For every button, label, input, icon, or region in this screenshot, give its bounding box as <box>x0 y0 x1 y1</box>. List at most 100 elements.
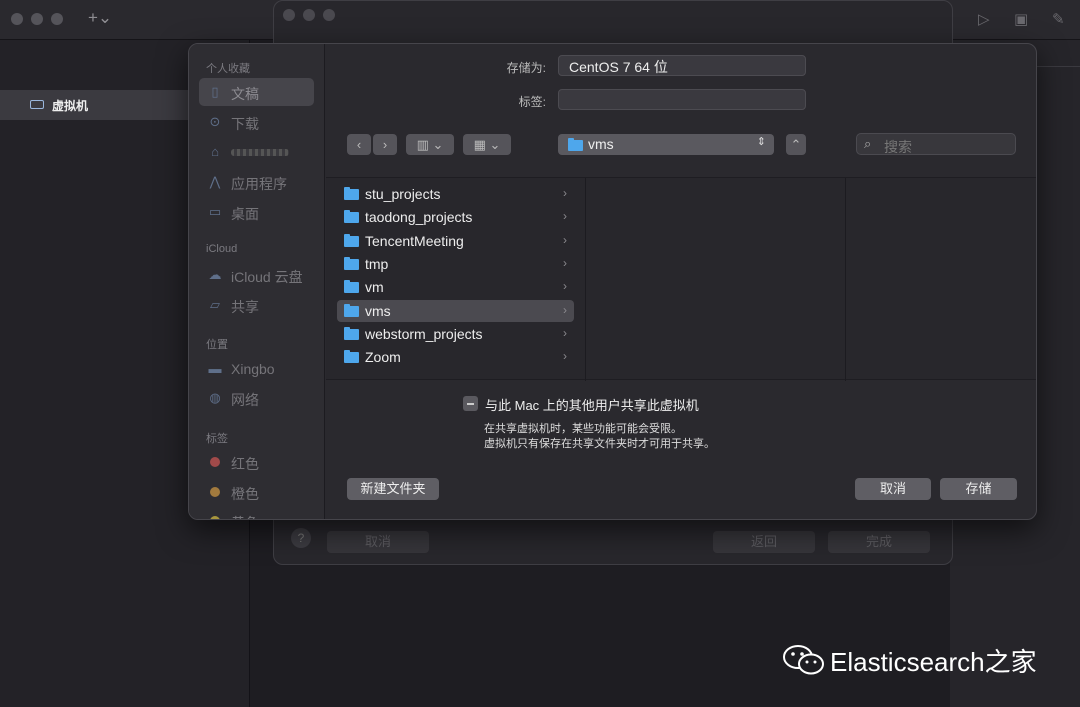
laptop-icon <box>30 100 44 109</box>
sidebar-item-label: iCloud 云盘 <box>231 269 303 285</box>
behind-finish-button[interactable]: 完成 <box>828 531 930 553</box>
tags-field[interactable] <box>558 89 806 110</box>
sidebar-item-home[interactable]: ⌂ <box>199 138 314 166</box>
file-row[interactable]: TencentMeeting › <box>337 230 574 252</box>
cancel-button[interactable]: 取消 <box>855 478 931 500</box>
search-icon: ⌕ <box>864 136 872 151</box>
file-row-selected[interactable]: vms › <box>337 300 574 322</box>
chevron-right-icon: › <box>563 279 567 293</box>
folder-icon <box>344 350 359 363</box>
yellow-tag-icon <box>210 516 220 519</box>
file-row[interactable]: stu_projects › <box>337 183 574 205</box>
file-row[interactable]: webstorm_projects › <box>337 323 574 345</box>
sheet-close-dot <box>283 9 295 21</box>
applications-icon: ⋀ <box>209 174 221 189</box>
column-divider <box>585 178 586 381</box>
add-icon[interactable]: +⌄ <box>88 8 112 28</box>
sidebar-item-label: 应用程序 <box>231 176 287 192</box>
share-checkbox-label: 与此 Mac 上的其他用户共享此虚拟机 <box>485 398 699 413</box>
folder-icon <box>344 187 359 200</box>
group-button[interactable]: ▦ ⌄ <box>463 134 511 155</box>
sidebar-item-label: 红色 <box>231 456 259 472</box>
folder-icon <box>344 280 359 293</box>
blurred-username <box>231 149 289 156</box>
column-divider <box>845 178 846 381</box>
chevron-right-icon: › <box>563 186 567 200</box>
section-icloud: iCloud <box>206 243 238 255</box>
back-button[interactable]: ‹ <box>347 134 371 155</box>
chevron-right-icon: › <box>563 326 567 340</box>
shared-folder-icon: ▱ <box>210 297 220 312</box>
sidebar-item-downloads[interactable]: ⊙ 下载 <box>199 108 314 136</box>
sidebar-item-label: 黄色 <box>231 513 259 519</box>
new-folder-button[interactable]: 新建文件夹 <box>347 478 439 500</box>
location-label: vms <box>588 136 614 152</box>
wechat-logo-icon <box>783 645 824 675</box>
collapse-button[interactable]: ⌃ <box>786 134 806 155</box>
section-tags: 标签 <box>206 433 228 445</box>
sheet-minimize-dot <box>303 9 315 21</box>
sidebar-item-shared[interactable]: ▱ 共享 <box>199 291 314 319</box>
play-icon[interactable]: ▷ <box>978 10 990 28</box>
file-name: tmp <box>365 256 389 272</box>
minimize-window-button[interactable] <box>31 13 43 25</box>
sidebar-item-tag-yellow[interactable]: 黄色 <box>199 507 314 519</box>
search-field[interactable]: ⌕ 搜索 <box>856 133 1016 155</box>
share-checkbox[interactable] <box>463 396 478 411</box>
chevron-right-icon: › <box>382 137 388 152</box>
search-placeholder: 搜索 <box>884 139 912 155</box>
file-row[interactable]: vm › <box>337 276 574 298</box>
save-dialog: 个人收藏 ▯ 文稿 ⊙ 下载 ⌂ ⋀ 应用程序 ▭ 桌面 iCloud ☁ iC… <box>188 43 1037 520</box>
network-icon: ◍ <box>209 390 221 405</box>
sidebar-item-applications[interactable]: ⋀ 应用程序 <box>199 168 314 196</box>
file-row[interactable]: Zoom › <box>337 346 574 368</box>
chevron-right-icon: › <box>563 233 567 247</box>
help-button[interactable]: ? <box>291 528 311 548</box>
save-as-field[interactable]: CentOS 7 64 位 <box>558 55 806 76</box>
chevron-right-icon: › <box>563 209 567 223</box>
disk-icon: ▬ <box>208 361 222 376</box>
file-row[interactable]: taodong_projects › <box>337 206 574 228</box>
download-icon: ⊙ <box>209 114 221 129</box>
settings-panel-icon[interactable]: ▣ <box>1014 10 1028 28</box>
sidebar-item-label: 桌面 <box>231 206 259 222</box>
dialog-sidebar: 个人收藏 ▯ 文稿 ⊙ 下载 ⌂ ⋀ 应用程序 ▭ 桌面 iCloud ☁ iC… <box>189 44 325 519</box>
desktop-icon: ▭ <box>208 204 222 219</box>
file-name: vms <box>365 303 391 319</box>
sidebar-item-tag-red[interactable]: 红色 <box>199 448 314 476</box>
sidebar-item-icloud-drive[interactable]: ☁ iCloud 云盘 <box>199 261 314 289</box>
updown-chevron-icon: ⇕ <box>756 136 766 148</box>
file-name: Zoom <box>365 349 401 365</box>
sidebar-item-tag-orange[interactable]: 橙色 <box>199 478 314 506</box>
behind-back-button[interactable]: 返回 <box>713 531 815 553</box>
save-button[interactable]: 存储 <box>940 478 1017 500</box>
chevron-left-icon: ‹ <box>356 137 362 152</box>
zoom-window-button[interactable] <box>51 13 63 25</box>
sidebar-item-xingbo[interactable]: ▬ Xingbo <box>199 355 314 383</box>
folder-icon <box>344 234 359 247</box>
behind-cancel-button[interactable]: 取消 <box>327 531 429 553</box>
folder-icon <box>568 138 583 151</box>
file-browser: stu_projects › taodong_projects › Tencen… <box>326 177 1036 381</box>
file-name: webstorm_projects <box>365 326 483 342</box>
sidebar-item-desktop[interactable]: ▭ 桌面 <box>199 198 314 226</box>
close-window-button[interactable] <box>11 13 23 25</box>
section-locations: 位置 <box>206 339 228 351</box>
sidebar-item-documents[interactable]: ▯ 文稿 <box>199 78 314 106</box>
forward-button[interactable]: › <box>373 134 397 155</box>
wrench-icon[interactable]: ✎ <box>1052 10 1065 28</box>
sidebar-item-network[interactable]: ◍ 网络 <box>199 384 314 412</box>
cloud-icon: ☁ <box>208 267 222 282</box>
view-columns-button[interactable]: ▥ ⌄ <box>406 134 454 155</box>
grid-icon: ▦ ⌄ <box>473 137 501 152</box>
sidebar-item-label: 共享 <box>231 299 259 315</box>
file-row[interactable]: tmp › <box>337 253 574 275</box>
location-popup[interactable]: vms ⇕ <box>558 134 774 155</box>
file-name: TencentMeeting <box>365 233 464 249</box>
chevron-right-icon: › <box>563 303 567 317</box>
file-name: vm <box>365 279 384 295</box>
sidebar-item-label: 橙色 <box>231 486 259 502</box>
dialog-main: 存储为: CentOS 7 64 位 标签: ‹ › ▥ ⌄ ▦ ⌄ vms ⇕… <box>326 44 1036 519</box>
sidebar-item-label: 文稿 <box>231 86 259 102</box>
home-icon: ⌂ <box>211 144 219 159</box>
